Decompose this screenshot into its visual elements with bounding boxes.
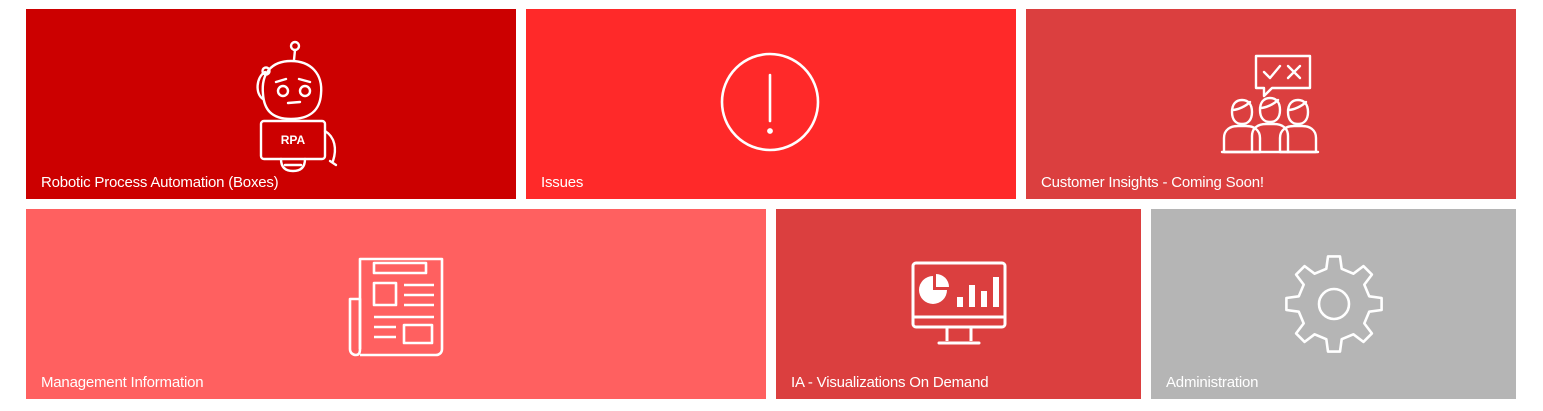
tile-label: IA - Visualizations On Demand bbox=[791, 374, 989, 391]
tile-label: Administration bbox=[1166, 374, 1259, 391]
tile-label: Customer Insights - Coming Soon! bbox=[1041, 174, 1264, 191]
tile-ia-visualizations[interactable]: IA - Visualizations On Demand bbox=[776, 209, 1141, 399]
tile-customer-insights[interactable]: Customer Insights - Coming Soon! bbox=[1026, 9, 1516, 199]
rpa-icon-text: RPA bbox=[280, 133, 306, 147]
robot-rpa-icon: RPA bbox=[241, 39, 341, 179]
tile-issues[interactable]: Issues bbox=[526, 9, 1016, 199]
exclamation-circle-icon bbox=[720, 51, 821, 155]
customer-feedback-icon bbox=[1220, 54, 1320, 154]
tile-administration[interactable]: Administration bbox=[1151, 209, 1516, 399]
dashboard-monitor-icon bbox=[911, 259, 1007, 349]
tile-label: Issues bbox=[541, 174, 584, 191]
tile-management-information[interactable]: Management Information bbox=[26, 209, 766, 399]
gear-icon bbox=[1282, 252, 1386, 356]
tile-label: Robotic Process Automation (Boxes) bbox=[41, 174, 279, 191]
newspaper-icon bbox=[346, 253, 446, 357]
tile-label: Management Information bbox=[41, 374, 204, 391]
tile-robotic-process-automation[interactable]: RPA Robotic Process Automation (Boxes) bbox=[26, 9, 516, 199]
